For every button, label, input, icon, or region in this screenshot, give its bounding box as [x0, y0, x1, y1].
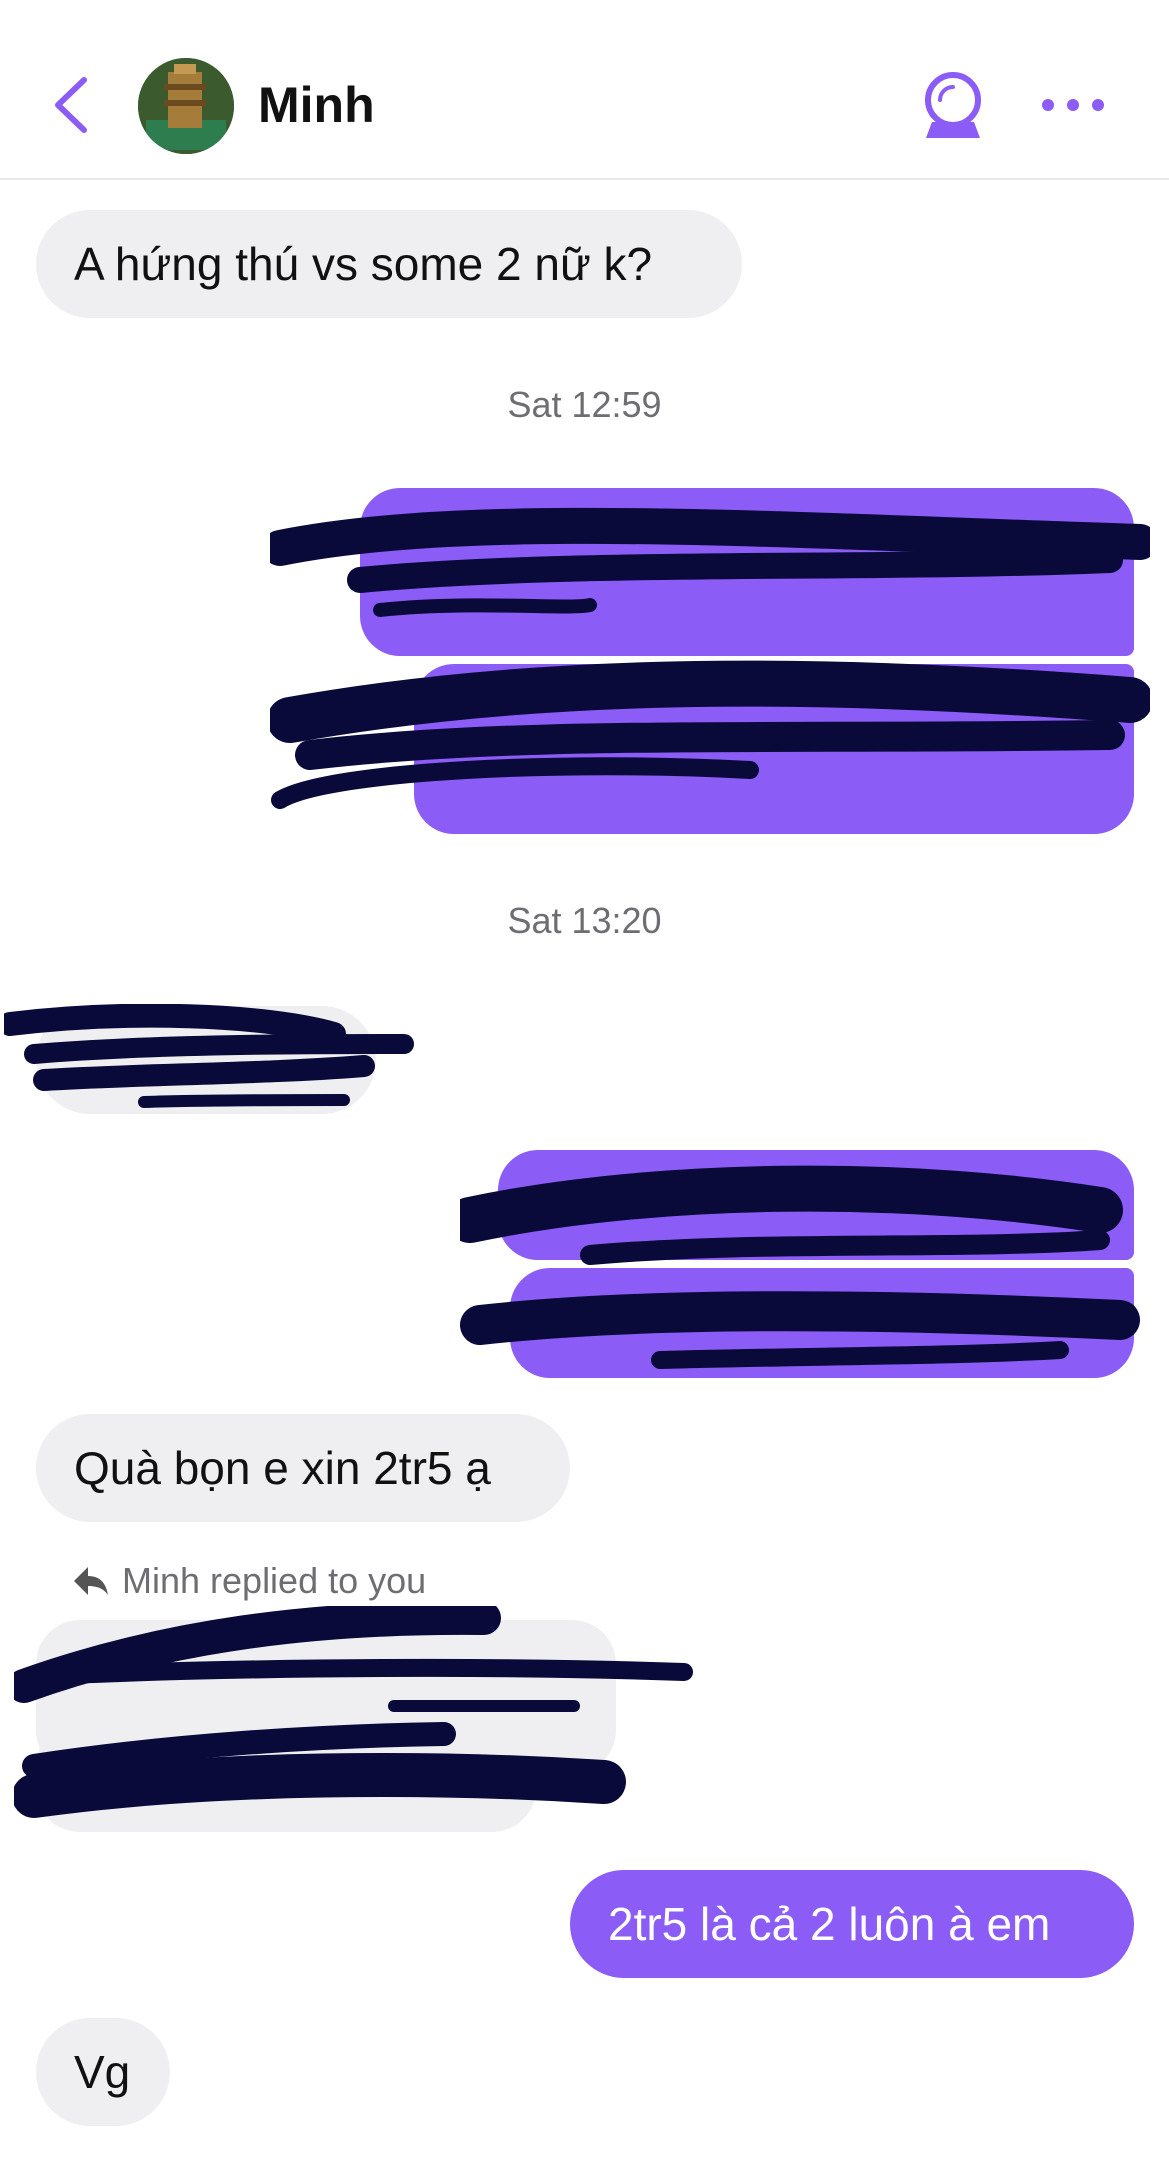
incoming-message[interactable]: Vg — [36, 2018, 170, 2126]
incoming-message[interactable]: Quà bọn e xin 2tr5 ạ — [36, 1414, 570, 1522]
back-button[interactable] — [48, 72, 98, 138]
crystal-ball-icon — [925, 72, 981, 138]
more-button[interactable] — [1038, 90, 1108, 120]
theme-button[interactable] — [918, 70, 988, 142]
avatar-image — [138, 58, 234, 154]
chat-header: Minh — [0, 0, 1169, 180]
incoming-message-redacted[interactable] — [36, 1006, 376, 1114]
timestamp: Sat 12:59 — [507, 384, 662, 425]
timestamp: Sat 13:20 — [507, 900, 662, 941]
outgoing-message-redacted[interactable] — [498, 1150, 1134, 1260]
reply-icon — [74, 1567, 108, 1595]
chevron-left-icon — [55, 77, 87, 133]
contact-name[interactable]: Minh — [258, 76, 375, 134]
reply-label: Minh replied to you — [122, 1560, 427, 1601]
outgoing-message-redacted[interactable] — [414, 664, 1134, 834]
incoming-message-redacted[interactable] — [36, 1722, 536, 1832]
reply-indicator: Minh replied to you — [72, 1560, 426, 1602]
outgoing-message[interactable]: 2tr5 là cả 2 luôn à em — [570, 1870, 1134, 1978]
incoming-message[interactable]: A hứng thú vs some 2 nữ k? — [36, 210, 742, 318]
avatar[interactable] — [138, 58, 234, 154]
outgoing-message-redacted[interactable] — [510, 1268, 1134, 1378]
outgoing-message-redacted[interactable] — [360, 488, 1134, 656]
more-horizontal-icon — [1042, 99, 1104, 111]
